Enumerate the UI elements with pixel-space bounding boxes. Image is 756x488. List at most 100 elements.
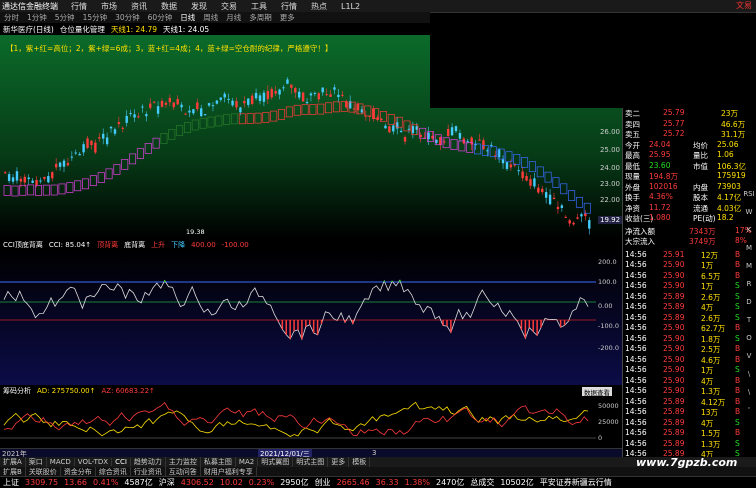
- candle-body: [219, 97, 222, 100]
- menu-item-tools[interactable]: 工具: [244, 1, 274, 12]
- side-tool-label[interactable]: R: [742, 280, 756, 298]
- tab-tabs2-4[interactable]: 行业资讯: [131, 466, 166, 477]
- candle-body: [15, 171, 19, 181]
- candle-body: [86, 138, 89, 148]
- side-tool-label[interactable]: K: [742, 226, 756, 244]
- tick-time: 14:56: [625, 417, 647, 427]
- side-tool-label[interactable]: O: [742, 334, 756, 352]
- candle-body: [290, 84, 293, 88]
- candle-body: [478, 139, 481, 141]
- tab-tabs1-6[interactable]: 主力监控: [166, 457, 201, 467]
- period-1min[interactable]: 1分钟: [23, 12, 51, 23]
- tick-time: 14:56: [625, 270, 647, 280]
- tick-price: 25.90: [663, 354, 685, 364]
- menu-item-market[interactable]: 市场: [94, 1, 124, 12]
- side-tool-label[interactable]: \: [742, 370, 756, 388]
- tab-tabs1-5[interactable]: 趋势动力: [131, 457, 166, 467]
- tick-side: B: [735, 323, 741, 332]
- candle-body: [54, 163, 58, 168]
- price-axis-label: 24.00: [599, 164, 620, 172]
- period-60min[interactable]: 60分钟: [144, 12, 177, 23]
- ticker-item: 3309.75: [25, 478, 59, 487]
- tab-tabs2-1[interactable]: 关联股价: [26, 466, 61, 477]
- candle-body: [176, 98, 179, 105]
- tab-tabs1-8[interactable]: MA2: [236, 458, 259, 466]
- ad-chart[interactable]: [0, 396, 622, 448]
- tab-tabs1-0[interactable]: 扩展A: [0, 457, 26, 467]
- menu-item-discover[interactable]: 发现: [184, 1, 214, 12]
- tab-tabs2-6[interactable]: 财用户福利专享: [201, 466, 257, 477]
- flow-row: 大宗流入 3749万 8%: [623, 236, 756, 246]
- side-tool-label[interactable]: T: [742, 316, 756, 334]
- cci-chart[interactable]: [0, 250, 622, 385]
- flow-label: 大宗流入: [625, 237, 655, 246]
- tab-tabs2-2[interactable]: 资金分布: [61, 466, 96, 477]
- period-5min[interactable]: 5分钟: [51, 12, 79, 23]
- side-tool-label[interactable]: M: [742, 262, 756, 280]
- tab-tabs1-11[interactable]: 更多: [328, 457, 350, 467]
- period-multi[interactable]: 多周期: [245, 12, 276, 23]
- side-tool-label[interactable]: \: [742, 388, 756, 406]
- tab-tabs1-9[interactable]: 明式翼图: [258, 457, 294, 467]
- ticker-item: 4587亿: [124, 478, 153, 487]
- side-tool-label[interactable]: D: [742, 298, 756, 316]
- tab-tabs1-1[interactable]: 案口: [26, 457, 47, 467]
- menu-item-quote2[interactable]: 行情: [274, 1, 304, 12]
- tick-price: 25.89: [663, 417, 685, 427]
- menu-item-l1l2[interactable]: L1L2: [334, 2, 367, 11]
- kline-chart[interactable]: [0, 35, 622, 238]
- candle-body: [35, 180, 38, 186]
- period-day[interactable]: 日线: [176, 12, 199, 23]
- quote-volume: 23万: [721, 109, 739, 118]
- tick-time: 14:56: [625, 333, 647, 343]
- menu-item-quote[interactable]: 行情: [64, 1, 94, 12]
- tab-tabs1-10[interactable]: 明式主图: [293, 457, 329, 467]
- side-tool-label[interactable]: V: [742, 352, 756, 370]
- ticker-item: 10502亿: [500, 478, 534, 487]
- tab-tabs2-5[interactable]: 互动问答: [166, 466, 201, 477]
- tab-tabs1-4[interactable]: CCI: [112, 458, 131, 466]
- menu-item-trade[interactable]: 交易: [214, 1, 244, 12]
- menu-item-news[interactable]: 资讯: [124, 1, 154, 12]
- tick-side: S: [735, 417, 740, 427]
- menu-item-hot[interactable]: 热点: [304, 1, 334, 12]
- period-tick[interactable]: 分时: [0, 12, 23, 23]
- quote-label-2: 股本: [693, 193, 708, 202]
- period-more[interactable]: 更多: [276, 12, 299, 23]
- tick-time: 14:56: [625, 323, 647, 332]
- side-tool-label[interactable]: W: [742, 208, 756, 226]
- tick-price: 25.89: [663, 396, 685, 406]
- side-tool-label[interactable]: RSI: [742, 190, 756, 208]
- tick-row: 14:56 25.90 4.6万 B: [623, 355, 756, 366]
- candle-body: [149, 103, 152, 108]
- tick-row: 14:56 25.90 2.5万 B: [623, 344, 756, 355]
- tab-tabs1-7[interactable]: 私募主图: [201, 457, 236, 467]
- quote-row: 今开 24.04 均价 25.06: [623, 140, 756, 150]
- tab-tabs1-3[interactable]: VOL-TDX: [75, 458, 113, 466]
- tab-tabs1-2[interactable]: MACD: [47, 458, 75, 466]
- period-week[interactable]: 周线: [199, 12, 222, 23]
- candle-body: [305, 101, 309, 104]
- quote-value-2: 106.3亿: [717, 161, 746, 171]
- tab-tabs2-3[interactable]: 综合资讯: [96, 466, 131, 477]
- tick-volume: 1万: [701, 261, 714, 270]
- tick-price: 25.90: [663, 281, 685, 290]
- candle-body: [392, 125, 395, 132]
- candle-body: [325, 94, 328, 96]
- period-month[interactable]: 月线: [222, 12, 245, 23]
- quote-row: 最高 25.95 量比 1.06: [623, 150, 756, 160]
- menu-item-data[interactable]: 数据: [154, 1, 184, 12]
- tab-tabs1-12[interactable]: 模板: [349, 457, 371, 467]
- tick-side: B: [735, 428, 741, 437]
- candle-body: [180, 104, 183, 108]
- period-30min[interactable]: 30分钟: [111, 12, 144, 23]
- candle-body: [145, 114, 148, 117]
- tick-time: 14:56: [625, 291, 647, 301]
- quote-label-2: 均价: [693, 140, 708, 150]
- tick-volume: 13万: [701, 408, 719, 417]
- period-15min[interactable]: 15分钟: [79, 12, 112, 23]
- side-tool-label[interactable]: ': [742, 406, 756, 424]
- side-tool-label[interactable]: M: [742, 244, 756, 262]
- quote-value-2: 18.2: [717, 213, 734, 222]
- tab-tabs2-0[interactable]: 扩展B: [0, 466, 26, 477]
